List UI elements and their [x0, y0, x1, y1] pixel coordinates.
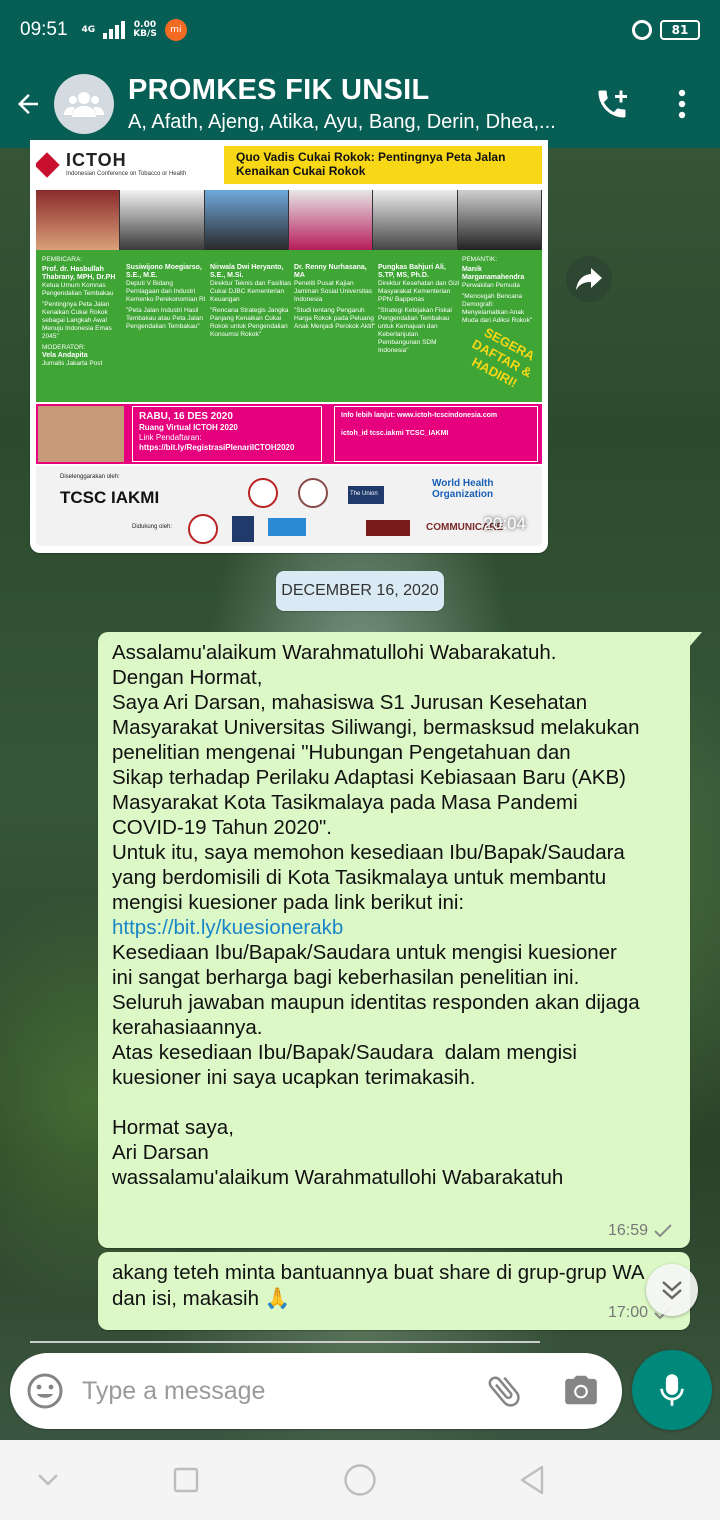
add-call-icon	[598, 90, 627, 118]
who-logo: World Health Organization	[432, 478, 494, 500]
add-call-button[interactable]	[590, 82, 634, 126]
survey-link[interactable]: https://bit.ly/kuesionerakb	[112, 916, 343, 939]
message-text: Assalamu'alaikum Warahmatullohi Wabaraka…	[112, 641, 640, 1189]
status-time: 09:51	[20, 19, 68, 40]
chat-header[interactable]: PROMKES FIK UNSIL A, Afath, Ajeng, Atika…	[0, 60, 720, 148]
image-message[interactable]: ICTOH Indonesian Conference on Tobacco o…	[30, 140, 548, 553]
network-speed: 0.00 KB/S	[133, 20, 157, 39]
group-avatar-icon	[64, 92, 104, 117]
message-time: 16:59	[607, 1222, 648, 1239]
message-meta: 16:59	[608, 1222, 672, 1240]
sent-check-icon	[654, 1224, 672, 1238]
signal-icon	[103, 21, 126, 39]
moderator-photo	[38, 406, 124, 462]
back-button[interactable]	[2, 89, 54, 119]
emoji-icon	[27, 1373, 63, 1409]
status-bar: 09:51 4G 0.00 KB/S mi 81	[0, 0, 720, 60]
forward-share-icon	[576, 268, 602, 290]
nav-down-button[interactable]	[30, 1462, 66, 1498]
poster-banner: Quo Vadis Cukai Rokok: Pentingnya Peta J…	[224, 146, 542, 184]
register-cta: SEGERA DAFTAR & HADIRI!	[469, 324, 538, 391]
group-avatar[interactable]	[54, 74, 114, 134]
camera-icon	[565, 1375, 597, 1405]
message-time: 17:00	[607, 1304, 648, 1321]
chevron-down-icon	[38, 1474, 58, 1486]
attach-button[interactable]	[484, 1371, 524, 1411]
message-text: akang teteh minta bantuannya buat share …	[112, 1261, 645, 1310]
date-divider: DECEMBER 16, 2020	[276, 571, 444, 611]
nav-home-button[interactable]	[342, 1462, 378, 1498]
voice-message-button[interactable]	[632, 1350, 712, 1430]
system-navigation-bar	[0, 1440, 720, 1520]
back-arrow-icon	[18, 94, 38, 114]
chat-title-block[interactable]: PROMKES FIK UNSIL A, Afath, Ajeng, Atika…	[128, 74, 578, 134]
forward-button[interactable]	[566, 256, 612, 302]
emoji-button[interactable]	[26, 1372, 64, 1410]
nav-back-button[interactable]	[514, 1462, 550, 1498]
chevron-double-down-icon	[662, 1281, 682, 1300]
nav-recents-button[interactable]	[168, 1462, 204, 1498]
bubble-tail	[690, 632, 702, 646]
alarm-icon	[632, 20, 652, 40]
attach-icon	[488, 1376, 520, 1407]
camera-button[interactable]	[562, 1371, 602, 1411]
sponsors-panel: Diselenggarakan oleh: TCSC IAKMI Didukun…	[36, 466, 542, 546]
nav-back-icon	[520, 1465, 544, 1495]
more-options-button[interactable]	[660, 82, 704, 126]
speaker-photos	[36, 190, 542, 250]
image-timestamp: 20:04	[483, 514, 526, 533]
network-type: 4G	[81, 25, 96, 35]
speakers-panel: PEMBICARA: Prof. dr. Hasbullah Thabrany,…	[36, 250, 542, 402]
mi-app-icon: mi	[164, 19, 187, 41]
outgoing-message[interactable]: akang teteh minta bantuannya buat share …	[98, 1252, 690, 1330]
chat-participants: A, Afath, Ajeng, Atika, Ayu, Bang, Derin…	[128, 111, 556, 133]
message-input[interactable]	[82, 1371, 462, 1411]
battery-level: 81	[671, 23, 689, 37]
battery-icon: 81	[660, 20, 700, 40]
tcsc-logo: TCSC IAKMI	[60, 488, 160, 507]
scroll-indicator	[30, 1341, 540, 1343]
scroll-to-bottom-button[interactable]	[646, 1264, 698, 1316]
nav-home-icon	[344, 1464, 376, 1496]
outgoing-message[interactable]: Assalamu'alaikum Warahmatullohi Wabaraka…	[98, 632, 690, 1248]
more-vert-icon	[678, 89, 686, 119]
event-details-panel: RABU, 16 DES 2020 Ruang Virtual ICTOH 20…	[36, 404, 542, 464]
chat-title: PROMKES FIK UNSIL	[128, 74, 430, 106]
ictoh-logo: ICTOH Indonesian Conference on Tobacco o…	[36, 150, 186, 178]
message-composer[interactable]	[10, 1353, 622, 1429]
event-poster-image[interactable]: ICTOH Indonesian Conference on Tobacco o…	[36, 146, 542, 546]
nav-recents-icon	[173, 1467, 199, 1493]
mic-icon	[660, 1374, 684, 1406]
